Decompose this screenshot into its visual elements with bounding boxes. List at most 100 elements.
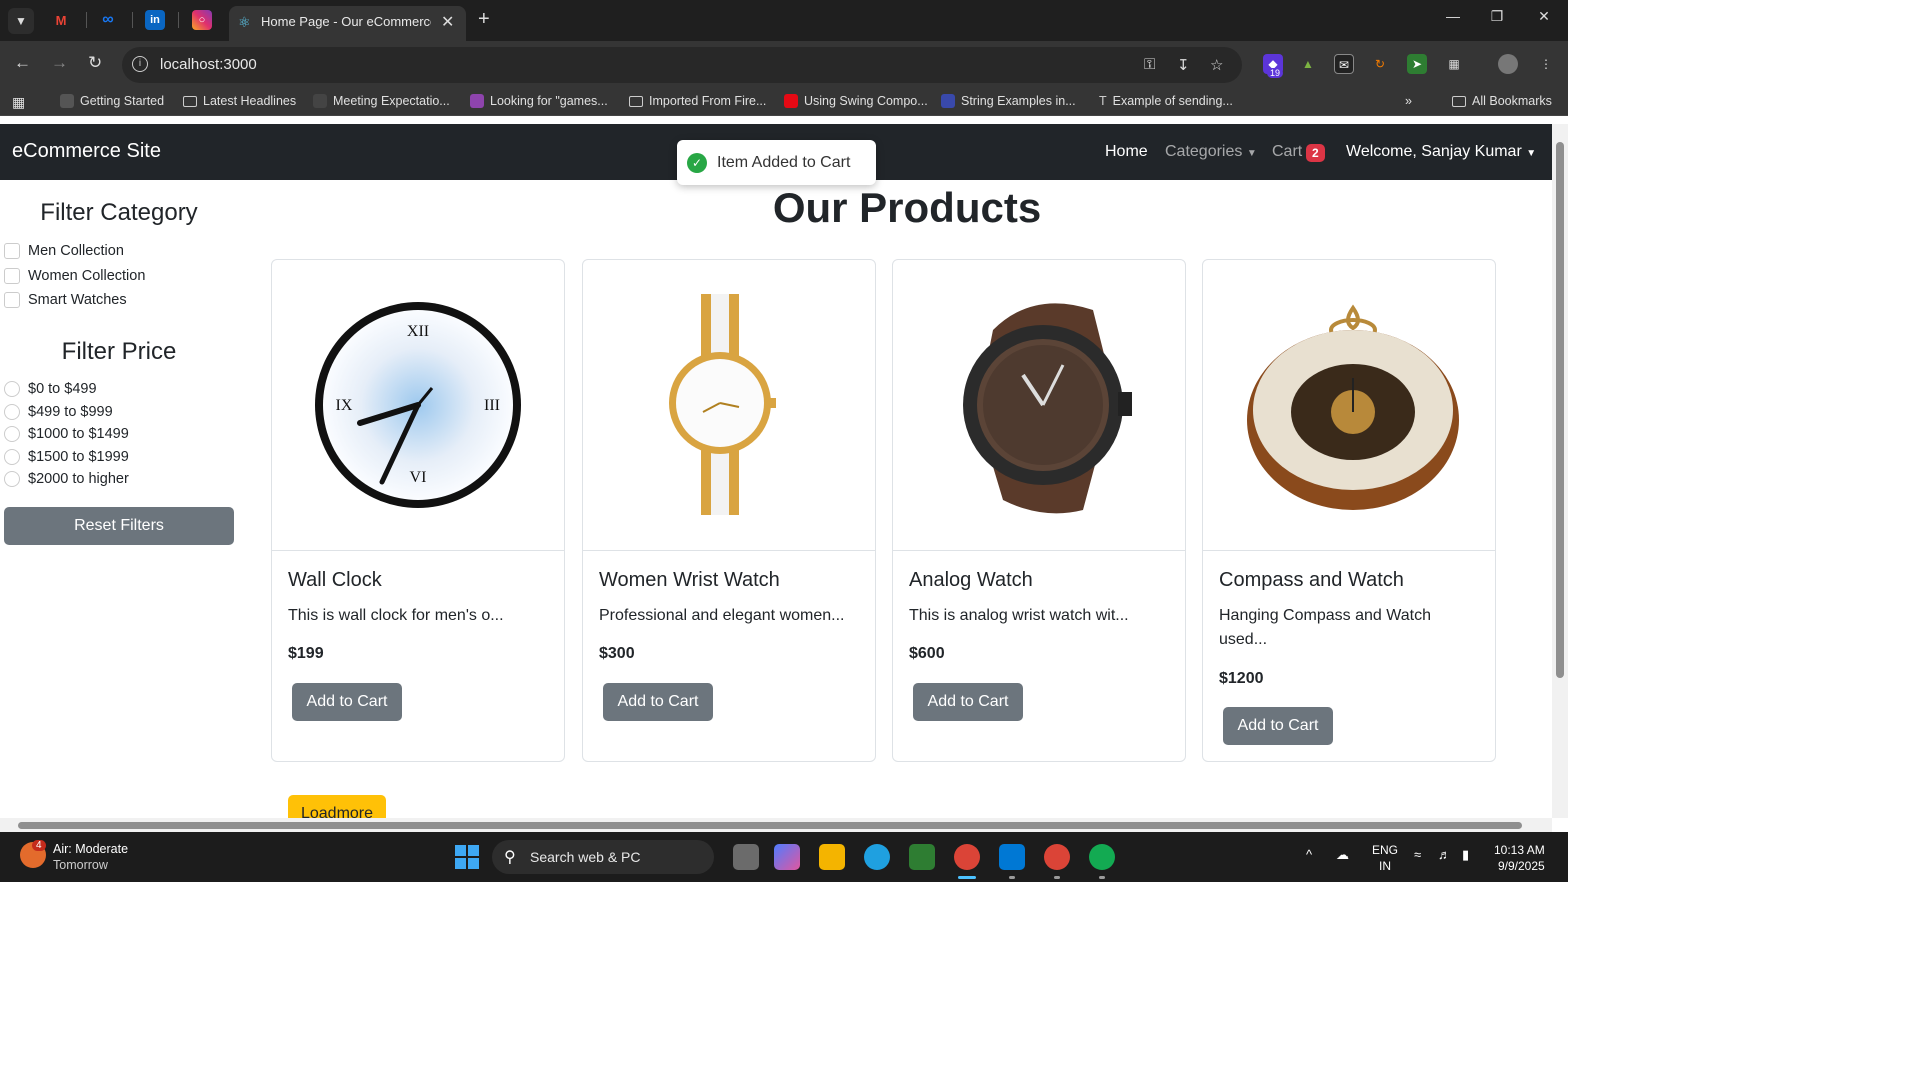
bookmark-folder[interactable]: Latest Headlines — [183, 94, 296, 108]
onedrive-icon[interactable]: ☁ — [1336, 847, 1349, 863]
menu-kebab-icon[interactable]: ⋮ — [1536, 54, 1556, 74]
bookmark-item[interactable]: Looking for "games... — [470, 94, 608, 108]
forward-icon[interactable]: → — [51, 53, 68, 73]
reload-icon[interactable]: ↻ — [88, 53, 102, 73]
bookmark-item[interactable]: Using Swing Compo... — [784, 94, 928, 108]
radio[interactable] — [4, 449, 20, 465]
system-clock[interactable]: 10:13 AM 9/9/2025 — [1494, 842, 1545, 874]
address-bar[interactable]: i localhost:3000 ⚿ ↧ ☆ — [122, 47, 1242, 83]
filter-category-women[interactable]: Women Collection — [4, 268, 145, 284]
active-tab[interactable]: ⚛ Home Page - Our eCommerce Site ✕ — [229, 6, 466, 41]
tab-search-button[interactable]: ▼ — [8, 8, 34, 34]
wifi-icon[interactable]: ≈ — [1414, 847, 1421, 862]
chrome-icon[interactable] — [954, 844, 980, 870]
product-image[interactable]: XII VI IX III — [272, 260, 564, 551]
filter-price-2[interactable]: $1000 to $1499 — [4, 426, 129, 442]
mongodb-icon[interactable] — [1089, 844, 1115, 870]
bookmark-item[interactable]: String Examples in... — [941, 94, 1076, 108]
battery-icon[interactable]: ▮ — [1462, 847, 1469, 863]
close-window-button[interactable]: ✕ — [1532, 8, 1556, 25]
checkbox[interactable] — [4, 243, 20, 259]
extensions-puzzle-icon[interactable]: ▦ — [1444, 54, 1464, 74]
profile-avatar[interactable] — [1498, 54, 1518, 74]
gmail-tab-icon[interactable]: M — [51, 10, 71, 30]
minimize-button[interactable]: — — [1441, 8, 1465, 24]
nav-categories-dropdown[interactable]: Categories ▼ — [1165, 143, 1257, 161]
new-tab-button[interactable]: + — [478, 8, 490, 31]
more-bookmarks-icon[interactable]: » — [1405, 94, 1412, 108]
product-image[interactable] — [583, 260, 875, 551]
vscode-icon[interactable] — [999, 844, 1025, 870]
task-view-icon[interactable] — [733, 844, 759, 870]
vertical-scrollbar[interactable] — [1552, 124, 1568, 818]
product-image[interactable] — [893, 260, 1185, 551]
scrollbar-thumb[interactable] — [18, 822, 1522, 829]
instagram-tab-icon[interactable]: ○ — [192, 10, 212, 30]
copilot-icon[interactable] — [774, 844, 800, 870]
mail-extension-icon[interactable]: ✉ — [1334, 54, 1354, 74]
password-key-icon[interactable]: ⚿ — [1144, 56, 1155, 73]
add-to-cart-button[interactable]: Add to Cart — [292, 683, 402, 721]
radio[interactable] — [4, 404, 20, 420]
bookmark-star-icon[interactable]: ☆ — [1210, 56, 1223, 74]
show-hidden-icons[interactable]: ^ — [1306, 847, 1312, 862]
weather-title[interactable]: Air: Moderate — [53, 842, 128, 856]
product-price: $1200 — [1219, 670, 1264, 687]
scrollbar-thumb[interactable] — [1556, 142, 1564, 678]
filter-category-smart[interactable]: Smart Watches — [4, 292, 127, 308]
filter-price-0[interactable]: $0 to $499 — [4, 381, 97, 397]
bookmark-item[interactable]: T Example of sending... — [1099, 94, 1233, 108]
edge-icon[interactable] — [864, 844, 890, 870]
back-icon[interactable]: ← — [14, 53, 31, 73]
weather-badge: 4 — [32, 840, 46, 851]
filter-price-3[interactable]: $1500 to $1999 — [4, 449, 129, 465]
radio[interactable] — [4, 426, 20, 442]
loadmore-button[interactable]: Loadmore — [288, 795, 386, 818]
checkbox[interactable] — [4, 268, 20, 284]
apps-grid-icon[interactable]: ▦ — [12, 94, 25, 111]
add-to-cart-button[interactable]: Add to Cart — [913, 683, 1023, 721]
linkedin-tab-icon[interactable]: in — [145, 10, 165, 30]
radio[interactable] — [4, 381, 20, 397]
nav-cart-link[interactable]: Cart — [1272, 143, 1302, 161]
all-bookmarks-folder[interactable]: All Bookmarks — [1452, 94, 1552, 108]
restore-button[interactable]: ❐ — [1485, 8, 1509, 25]
filter-category-title: Filter Category — [40, 199, 198, 226]
horizontal-scrollbar[interactable] — [0, 818, 1552, 832]
windows-start-icon[interactable] — [455, 845, 479, 869]
filter-price-4[interactable]: $2000 to higher — [4, 471, 129, 487]
site-info-icon[interactable]: i — [132, 56, 148, 72]
language-indicator[interactable]: ENG IN — [1372, 842, 1398, 874]
url-text[interactable]: localhost:3000 — [160, 56, 257, 73]
volume-icon[interactable]: ♬ — [1438, 847, 1451, 862]
checkbox[interactable] — [4, 292, 20, 308]
bookmark-item[interactable]: Meeting Expectatio... — [313, 94, 450, 108]
bookmark-folder[interactable]: Imported From Fire... — [629, 94, 766, 108]
add-to-cart-button[interactable]: Add to Cart — [1223, 707, 1333, 745]
add-to-cart-button[interactable]: Add to Cart — [603, 683, 713, 721]
meta-tab-icon[interactable]: ∞ — [98, 10, 118, 30]
tab-divider — [86, 12, 87, 28]
product-card: Compass and Watch Hanging Compass and Wa… — [1202, 259, 1496, 762]
file-explorer-icon[interactable] — [819, 844, 845, 870]
taskbar-search[interactable]: ⚲ Search web & PC — [492, 840, 714, 874]
chart-extension-icon[interactable]: ▲ — [1298, 54, 1318, 74]
rocket-extension-icon[interactable]: ➤ — [1407, 54, 1427, 74]
product-description: This is wall clock for men's o... — [288, 607, 504, 624]
refresh-extension-icon[interactable]: ↻ — [1370, 54, 1390, 74]
close-tab-icon[interactable]: ✕ — [441, 12, 454, 32]
install-app-icon[interactable]: ↧ — [1177, 56, 1190, 74]
bookmarks-bar: ▦ Getting Started Latest Headlines Meeti… — [0, 88, 1568, 116]
reset-filters-button[interactable]: Reset Filters — [4, 507, 234, 545]
bookmark-item[interactable]: Getting Started — [60, 94, 164, 108]
radio[interactable] — [4, 471, 20, 487]
nav-home-link[interactable]: Home — [1105, 143, 1148, 161]
product-image[interactable] — [1203, 260, 1495, 551]
chrome-profile-icon[interactable] — [1044, 844, 1070, 870]
filter-category-men[interactable]: Men Collection — [4, 243, 124, 259]
tab-title: Home Page - Our eCommerce Site — [261, 14, 431, 29]
site-brand[interactable]: eCommerce Site — [12, 140, 161, 163]
user-menu-dropdown[interactable]: Welcome, Sanjay Kumar ▼ — [1346, 143, 1536, 161]
app-icon[interactable] — [909, 844, 935, 870]
filter-price-1[interactable]: $499 to $999 — [4, 404, 113, 420]
